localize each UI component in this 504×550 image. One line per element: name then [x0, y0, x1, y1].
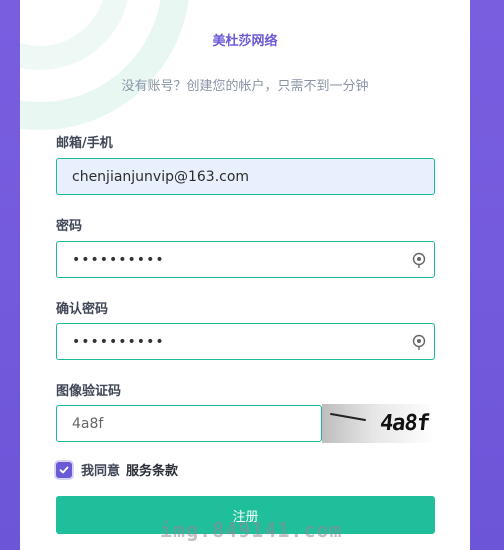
- confirm-password-value: ••••••••••: [72, 333, 165, 350]
- checkmark-icon: [59, 466, 69, 473]
- eye-icon[interactable]: [412, 252, 426, 269]
- confirm-password-label: 确认密码: [56, 302, 109, 317]
- background-left: [0, 0, 20, 550]
- password-label: 密码: [56, 219, 83, 234]
- captcha-label: 图像验证码: [56, 384, 122, 399]
- password-value: ••••••••••: [72, 251, 165, 268]
- agree-row: 我同意 服务条款: [56, 460, 178, 479]
- agree-checkbox[interactable]: [56, 461, 72, 478]
- captcha-noise-line: [330, 412, 366, 422]
- password-field[interactable]: ••••••••••: [56, 241, 435, 278]
- terms-link[interactable]: 服务条款: [126, 460, 178, 479]
- eye-icon[interactable]: [412, 334, 426, 351]
- register-card: 美杜莎网络 没有账号？创建您的帐户，只需不到一分钟 邮箱/手机 chenjian…: [20, 0, 470, 550]
- confirm-password-field[interactable]: ••••••••••: [56, 323, 435, 360]
- background-right: [470, 0, 504, 550]
- captcha-image[interactable]: 4a8f: [322, 404, 435, 443]
- subtitle: 没有账号？创建您的帐户，只需不到一分钟: [121, 79, 369, 94]
- agree-text: 我同意: [81, 464, 121, 479]
- email-value: chenjianjunvip@163.com: [72, 168, 250, 185]
- email-field[interactable]: chenjianjunvip@163.com: [56, 158, 435, 195]
- watermark: img.849141.com: [160, 518, 343, 542]
- captcha-field[interactable]: 4a8f: [56, 405, 322, 442]
- captcha-value: 4a8f: [72, 415, 104, 432]
- email-label: 邮箱/手机: [56, 136, 113, 151]
- captcha-image-text: 4a8f: [378, 411, 431, 436]
- brand-title: 美杜莎网络: [212, 34, 278, 49]
